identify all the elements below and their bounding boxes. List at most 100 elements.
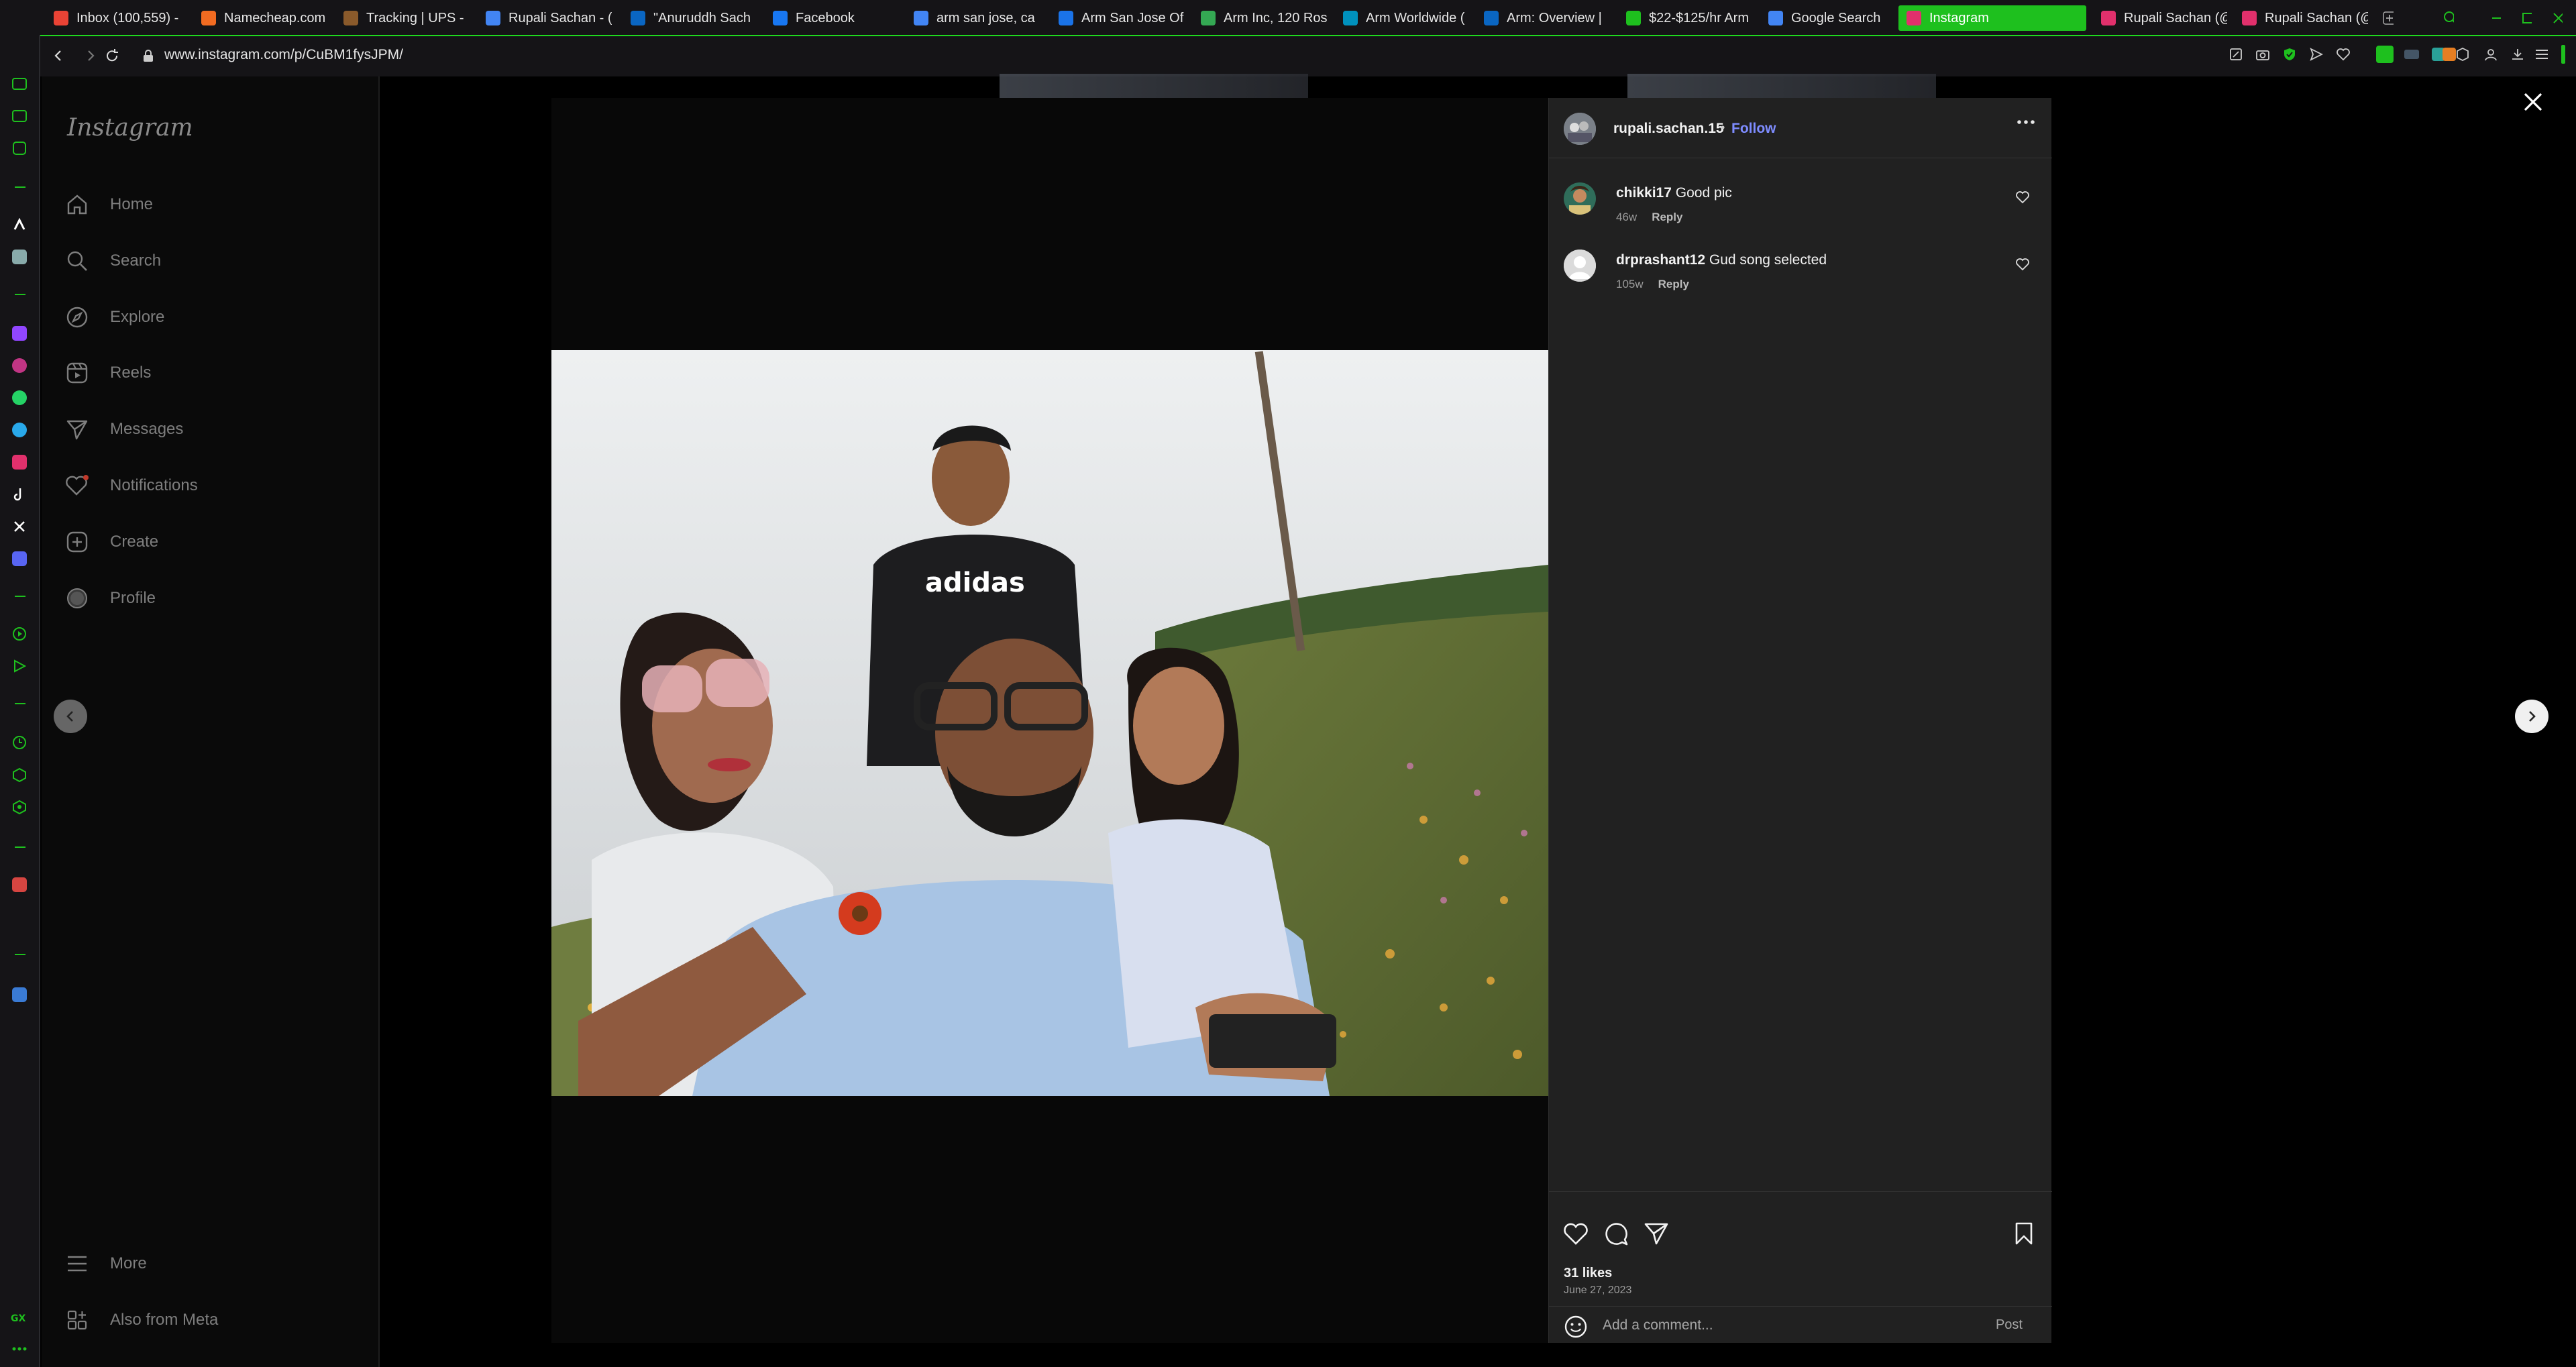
send-icon[interactable] [9,656,30,676]
comment-meta: 46w Reply [1616,211,1682,224]
post-comment-button[interactable]: Post [1996,1317,2023,1333]
browser-tab[interactable]: Arm Worldwide ( [1335,5,1469,31]
nav-notifications[interactable]: Notifications [64,467,198,504]
send-icon[interactable] [2306,44,2326,64]
extension-icon[interactable] [2402,44,2422,64]
browser-tab[interactable]: Inbox (100,559) - [46,5,180,31]
close-window-button[interactable] [2544,5,2571,31]
instagram-logo[interactable]: Instagram [67,114,193,142]
forward-button[interactable] [80,46,101,66]
like-icon[interactable] [1561,1219,1591,1248]
author-avatar[interactable] [1564,113,1596,145]
whatsapp-icon[interactable] [9,388,30,408]
app-icon[interactable] [9,985,30,1005]
nav-messages[interactable]: Messages [64,411,183,448]
author-username[interactable]: rupali.sachan.15 [1613,121,1724,137]
comment-username[interactable]: chikki17 [1616,185,1672,201]
comment-icon[interactable] [1601,1219,1631,1248]
gx-control-icon[interactable] [9,74,30,94]
profile-icon[interactable] [2481,44,2501,64]
new-tab-button[interactable] [2375,5,2402,31]
nav-profile[interactable]: Profile [64,580,156,617]
browser-tab[interactable]: Rupali Sachan (@ [2093,5,2227,31]
reply-button[interactable]: Reply [1658,278,1689,291]
lock-icon[interactable] [138,46,158,66]
app-icon[interactable] [9,875,30,895]
nav-reels[interactable]: Reels [64,354,151,392]
maximize-button[interactable] [2513,5,2540,31]
app-icon[interactable] [9,247,30,267]
x-icon[interactable] [9,516,30,537]
discord-icon[interactable] [9,549,30,569]
like-comment-icon[interactable] [2015,190,2031,207]
messenger-icon[interactable] [9,356,30,376]
minimize-button[interactable] [2482,5,2509,31]
snapshot-icon[interactable] [2226,44,2246,64]
emoji-icon[interactable] [1564,1315,1588,1339]
separator-dot: • [1721,121,1725,134]
player-icon[interactable] [9,624,30,644]
nav-home[interactable]: Home [64,186,153,223]
browser-tab[interactable]: Arm Inc, 120 Ros [1193,5,1327,31]
shield-icon[interactable] [2279,44,2300,64]
tab-favicon-icon [631,11,645,25]
back-button[interactable] [48,46,68,66]
follow-button[interactable]: Follow [1731,121,1776,137]
browser-tab[interactable]: arm san jose, ca [906,5,1040,31]
gx-logo-icon[interactable]: GX [9,1308,30,1328]
nav-create[interactable]: Create [64,523,158,561]
comment-input[interactable] [1603,1313,1978,1337]
instagram-icon[interactable] [9,452,30,472]
commenter-avatar[interactable] [1564,250,1596,282]
next-post-button[interactable] [2515,700,2548,733]
post-photo[interactable]: adidas [551,350,1548,1096]
reply-button[interactable]: Reply [1652,211,1682,224]
commenter-avatar[interactable] [1564,182,1596,215]
tiktok-icon[interactable] [9,484,30,504]
browser-tab[interactable]: $22-$125/hr Arm [1618,5,1752,31]
background-thumbnail [1627,74,1936,98]
browser-tab[interactable]: Google Search [1760,5,1888,31]
reload-button[interactable] [102,46,122,66]
gx-cleaner-icon[interactable] [9,106,30,126]
nav-search[interactable]: Search [64,242,161,280]
url-field[interactable]: www.instagram.com/p/CuBM1fysJPM/ [164,47,403,63]
browser-tab[interactable]: Rupali Sachan - ( [478,5,612,31]
more-dots-icon[interactable] [9,1339,30,1359]
nav-explore[interactable]: Explore [64,298,164,336]
camera-icon[interactable] [2253,44,2273,64]
likes-count[interactable]: 31 likes [1564,1266,1612,1281]
twitch-icon[interactable] [9,323,30,343]
history-icon[interactable] [9,732,30,753]
extensions-icon[interactable] [9,765,30,785]
heart-icon[interactable] [2333,44,2353,64]
menu-icon[interactable] [2532,44,2552,64]
comment-username[interactable]: drprashant12 [1616,252,1705,268]
nav-also-from-meta[interactable]: Also from Meta [64,1301,218,1339]
browser-tab[interactable]: Rupali Sachan (@ [2234,5,2368,31]
browser-tab[interactable]: Facebook [765,5,892,31]
search-tabs-icon[interactable] [2435,5,2462,31]
settings-icon[interactable] [9,797,30,817]
gx-corner-icon[interactable] [9,138,30,158]
browser-tab[interactable]: Arm San Jose Of [1051,5,1185,31]
cube-icon[interactable] [2453,44,2473,64]
tab-favicon-icon [914,11,928,25]
like-comment-icon[interactable] [2015,258,2031,274]
previous-post-button[interactable] [54,700,87,733]
close-icon[interactable] [2520,89,2546,115]
browser-tab[interactable]: Namecheap.com [193,5,327,31]
bookmark-icon[interactable] [2009,1219,2039,1248]
arc-icon[interactable] [9,215,30,235]
extension-icon[interactable] [2375,44,2395,64]
share-icon[interactable] [1642,1219,1671,1248]
browser-tab[interactable]: "Anuruddh Sach [623,5,757,31]
browser-tab[interactable]: Tracking | UPS - [335,5,470,31]
sidebar-toggle-icon[interactable] [2553,44,2573,64]
download-icon[interactable] [2508,44,2528,64]
more-options-icon[interactable] [2017,119,2035,125]
telegram-icon[interactable] [9,420,30,440]
browser-tab[interactable]: Instagram [1898,5,2086,31]
nav-more[interactable]: More [64,1245,147,1282]
browser-tab[interactable]: Arm: Overview | [1476,5,1610,31]
